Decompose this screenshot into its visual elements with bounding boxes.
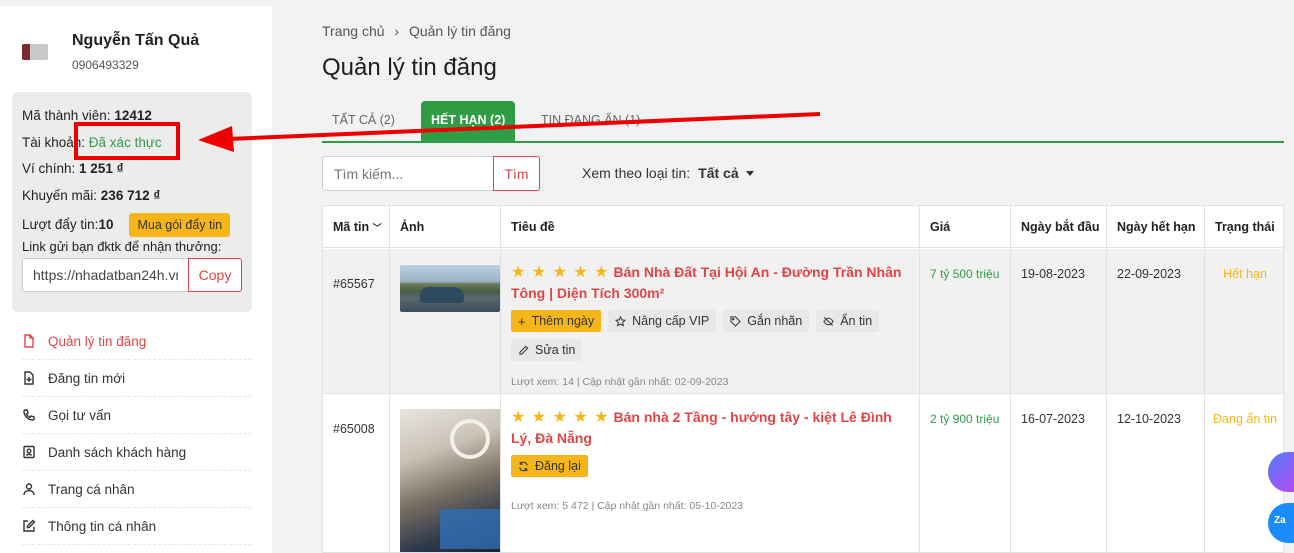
start-date: 16-07-2023 bbox=[1021, 412, 1085, 426]
contacts-icon bbox=[22, 445, 36, 459]
referral-link-label: Link gửi bạn đktk để nhận thưởng: bbox=[22, 238, 222, 254]
annotation-highlight-box bbox=[74, 122, 180, 160]
site-logo[interactable] bbox=[22, 44, 48, 60]
posts-table: Mã tin ﹀ Ảnh Tiêu đề Giá Ngày bắt đầu Ng… bbox=[322, 205, 1284, 553]
post-thumbnail[interactable] bbox=[400, 409, 500, 552]
tab-expired[interactable]: Hết hạn (2) bbox=[421, 101, 516, 141]
sidebar-item-new-post[interactable]: Đăng tin mới bbox=[22, 360, 252, 397]
buy-push-button[interactable]: Mua gói đẩy tin bbox=[129, 213, 231, 238]
status-badge: Đang ẩn tin bbox=[1213, 412, 1277, 426]
page-title: Quản lý tin đăng bbox=[322, 54, 497, 81]
caret-down-icon bbox=[745, 170, 754, 176]
eye-off-icon bbox=[823, 316, 834, 326]
sidebar-item-call-advice[interactable]: Gọi tư vấn bbox=[22, 397, 252, 434]
header-start-date: Ngày bắt đầu bbox=[1011, 206, 1107, 248]
breadcrumb-current: Quản lý tin đăng bbox=[408, 23, 511, 39]
star-rating-icon: ★ ★ ★ ★ ★ bbox=[511, 409, 610, 426]
member-id: 12412 bbox=[114, 108, 152, 123]
sidebar-menu: Quản lý tin đăng Đăng tin mới Gọi tư vấn… bbox=[22, 323, 252, 545]
post-price: 2 tỷ 900 triệu bbox=[930, 412, 1000, 426]
post-actions: + Thêm ngày Nâng cấp VIP Gắn nhãn Ẩn tin … bbox=[511, 310, 901, 361]
tabs: Tất cả (2) Hết hạn (2) Tin đang ẩn (1) bbox=[322, 101, 1284, 143]
post-type-filter[interactable]: Xem theo loại tin: Tất cả bbox=[582, 165, 754, 181]
referral-link-input[interactable] bbox=[22, 257, 188, 292]
post-meta: Lượt xem: 14 | Cập nhật gần nhất: 02-09-… bbox=[511, 376, 729, 388]
tag-icon bbox=[730, 315, 742, 327]
copy-button[interactable]: Copy bbox=[188, 257, 242, 292]
start-date: 19-08-2023 bbox=[1021, 267, 1085, 281]
pencil-icon bbox=[519, 345, 529, 355]
add-label-button[interactable]: Gắn nhãn bbox=[723, 310, 810, 332]
push-row: Lượt đẩy tin: 10 Mua gói đẩy tin bbox=[22, 212, 242, 239]
push-count: 10 bbox=[98, 217, 114, 233]
header-id[interactable]: Mã tin ﹀ bbox=[323, 206, 390, 248]
header-status: Trạng thái bbox=[1215, 220, 1275, 234]
table-header: Mã tin ﹀ Ảnh Tiêu đề Giá Ngày bắt đầu Ng… bbox=[323, 206, 1283, 248]
sidebar-item-customers[interactable]: Danh sách khách hàng bbox=[22, 434, 252, 471]
header-end-date: Ngày hết hạn bbox=[1107, 206, 1205, 248]
header-image: Ảnh bbox=[390, 206, 501, 248]
user-phone: 0906493329 bbox=[72, 58, 139, 72]
search-input[interactable] bbox=[322, 156, 494, 191]
phone-icon bbox=[22, 408, 36, 422]
post-id: #65008 bbox=[333, 422, 375, 436]
tab-all[interactable]: Tất cả (2) bbox=[332, 101, 395, 141]
star-icon bbox=[615, 315, 627, 327]
document-icon bbox=[22, 334, 36, 348]
post-title[interactable]: ★ ★ ★ ★ ★ Bán Nhà Đất Tại Hội An - Đường … bbox=[511, 262, 911, 303]
add-days-button[interactable]: + Thêm ngày bbox=[511, 310, 602, 332]
post-price: 7 tỷ 500 triệu bbox=[930, 267, 1000, 281]
edit-icon bbox=[22, 519, 36, 533]
search-button[interactable]: Tìm bbox=[493, 156, 540, 191]
wallet-value: 1 251 ₫ bbox=[79, 161, 124, 176]
header-title: Tiêu đề bbox=[501, 206, 920, 248]
wallet-row: Ví chính: 1 251 ₫ bbox=[22, 161, 124, 176]
post-thumbnail[interactable] bbox=[400, 265, 500, 312]
sidebar-item-personal-info[interactable]: Thông tin cá nhân bbox=[22, 508, 252, 545]
post-title[interactable]: ★ ★ ★ ★ ★ Bán nhà 2 Tầng - hướng tây - ki… bbox=[511, 407, 911, 448]
user-icon bbox=[22, 482, 36, 496]
breadcrumb-home[interactable]: Trang chủ bbox=[322, 23, 385, 39]
refresh-icon bbox=[519, 461, 528, 471]
edit-post-button[interactable]: Sửa tin bbox=[511, 339, 583, 361]
plus-icon: + bbox=[518, 313, 526, 329]
status-badge: Hết hạn bbox=[1223, 267, 1267, 281]
breadcrumb-separator: › bbox=[394, 23, 400, 39]
chevron-down-icon: ﹀ bbox=[372, 223, 382, 233]
end-date: 12-10-2023 bbox=[1117, 412, 1181, 426]
profile: Nguyễn Tấn Quả 0906493329 bbox=[22, 30, 199, 72]
repost-button[interactable]: Đăng lại bbox=[511, 455, 588, 477]
sidebar-item-manage-posts[interactable]: Quản lý tin đăng bbox=[22, 323, 252, 360]
table-row: #65567 ★ ★ ★ ★ ★ Bán Nhà Đất Tại Hội An -… bbox=[323, 249, 1283, 394]
user-name: Nguyễn Tấn Quả bbox=[72, 32, 200, 49]
table-row: #65008 ★ ★ ★ ★ ★ Bán nhà 2 Tầng - hướng t… bbox=[323, 394, 1283, 552]
promo-value: 236 712 ₫ bbox=[100, 187, 161, 203]
sidebar-item-personal-page[interactable]: Trang cá nhân bbox=[22, 471, 252, 508]
end-date: 22-09-2023 bbox=[1117, 267, 1181, 281]
promo-row: Khuyến mãi: 236 712 ₫ bbox=[22, 187, 161, 203]
add-document-icon bbox=[22, 371, 36, 385]
post-actions: Đăng lại bbox=[511, 455, 901, 477]
upgrade-vip-button[interactable]: Nâng cấp VIP bbox=[608, 310, 717, 332]
breadcrumb: Trang chủ › Quản lý tin đăng bbox=[322, 23, 511, 39]
sidebar: Nguyễn Tấn Quả 0906493329 Mã thành viên:… bbox=[0, 6, 272, 553]
filter-label: Xem theo loại tin: bbox=[582, 165, 691, 181]
filter-value[interactable]: Tất cả bbox=[698, 165, 738, 181]
post-meta: Lượt xem: 5 472 | Cập nhật gần nhất: 05-… bbox=[511, 500, 744, 512]
post-id: #65567 bbox=[333, 277, 375, 291]
star-rating-icon: ★ ★ ★ ★ ★ bbox=[511, 264, 610, 281]
header-price: Giá bbox=[920, 206, 1011, 248]
tab-hidden[interactable]: Tin đang ẩn (1) bbox=[541, 101, 640, 141]
hide-post-button[interactable]: Ẩn tin bbox=[816, 310, 880, 332]
